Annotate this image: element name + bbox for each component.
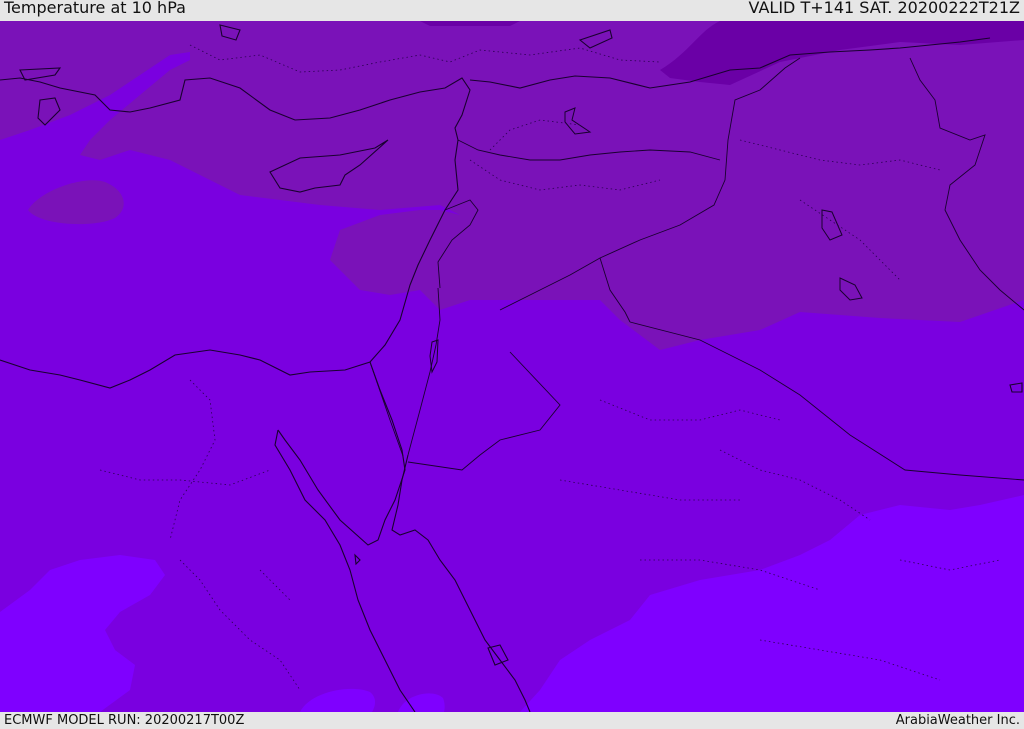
credit-label: ArabiaWeather Inc. [895,713,1020,728]
map-viewer: Temperature at 10 hPa VALID T+141 SAT. 2… [0,0,1024,729]
temperature-band-coldest-strip [420,21,520,26]
model-run-label: ECMWF MODEL RUN: 20200217T00Z [4,713,245,728]
footer-bar: ECMWF MODEL RUN: 20200217T00Z ArabiaWeat… [0,712,1024,729]
map-title: Temperature at 10 hPa [4,0,186,17]
weather-map[interactable] [0,21,1024,712]
map-canvas[interactable] [0,21,1024,712]
header-bar: Temperature at 10 hPa VALID T+141 SAT. 2… [0,0,1024,21]
valid-time-label: VALID T+141 SAT. 20200222T21Z [748,0,1020,17]
